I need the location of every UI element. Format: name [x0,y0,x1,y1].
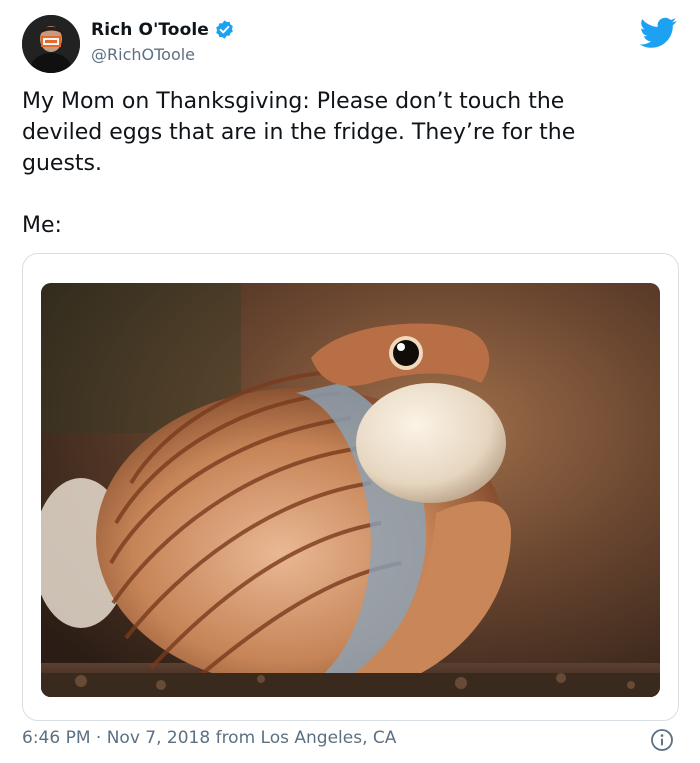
author-name[interactable]: Rich O'Toole [91,20,209,40]
avatar[interactable] [22,15,80,73]
tweet-card: Rich O'Toole @RichOToole My Mom on Thank… [0,0,700,763]
info-icon[interactable] [650,728,674,752]
tweet-text-line: guests. [22,151,102,176]
tweet-text-line: Me: [22,213,62,238]
tweet-timestamp[interactable]: 6:46 PM · Nov 7, 2018 from Los Angeles, … [22,728,396,748]
snake-eating-egg-photo[interactable] [41,283,660,697]
twitter-bird-icon[interactable] [640,14,677,51]
author-handle[interactable]: @RichOToole [91,45,195,64]
media-card[interactable] [22,253,679,721]
tweet-text-line: deviled eggs that are in the fridge. The… [22,120,576,145]
tweet-text: My Mom on Thanksgiving: Please don’t tou… [22,86,662,241]
verified-badge-icon [216,20,233,39]
tweet-text-line: My Mom on Thanksgiving: Please don’t tou… [22,89,565,114]
